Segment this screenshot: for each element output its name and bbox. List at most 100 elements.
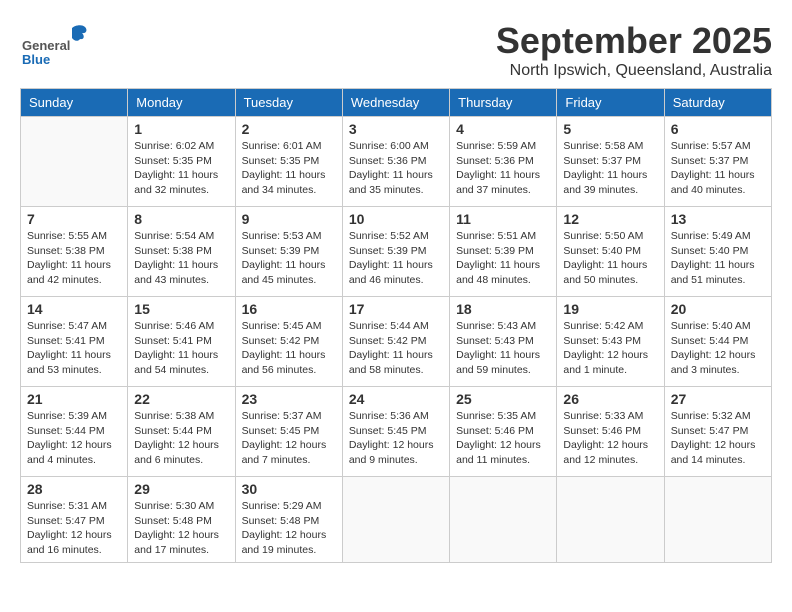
month-title: September 2025 [496, 20, 772, 62]
column-header-wednesday: Wednesday [342, 89, 449, 117]
calendar-cell: 11Sunrise: 5:51 AMSunset: 5:39 PMDayligh… [450, 207, 557, 297]
page-header: General Blue September 2025 North Ipswic… [20, 20, 772, 80]
calendar-cell: 12Sunrise: 5:50 AMSunset: 5:40 PMDayligh… [557, 207, 664, 297]
calendar-cell: 10 Sunrise: 5:52 AMSunset: 5:39 PMDayligh… [342, 207, 449, 297]
calendar-cell: 30Sunrise: 5:29 AMSunset: 5:48 PMDayligh… [235, 477, 342, 563]
day-number: 8 [134, 211, 228, 227]
day-info: Sunrise: 5:49 AMSunset: 5:40 PMDaylight:… [671, 229, 765, 288]
day-info: Sunrise: 5:53 AMSunset: 5:39 PMDaylight:… [242, 229, 336, 288]
calendar-cell: 5 Sunrise: 5:58 AMSunset: 5:37 PMDaylight… [557, 117, 664, 207]
day-number: 25 [456, 391, 550, 407]
calendar-cell: 7Sunrise: 5:55 AMSunset: 5:38 PMDaylight… [21, 207, 128, 297]
day-number: 4 [456, 121, 550, 137]
calendar-week-row: 1 Sunrise: 6:02 AMSunset: 5:35 PMDaylight… [21, 117, 772, 207]
day-number: 1 [134, 121, 228, 137]
day-number: 2 [242, 121, 336, 137]
calendar-cell [664, 477, 771, 563]
calendar-cell: 24 Sunrise: 5:36 AMSunset: 5:45 PMDayligh… [342, 387, 449, 477]
calendar-cell [342, 477, 449, 563]
day-number: 11 [456, 211, 550, 227]
day-info: Sunrise: 5:43 AMSunset: 5:43 PMDaylight:… [456, 319, 550, 378]
column-header-friday: Friday [557, 89, 664, 117]
logo: General Blue [20, 20, 110, 70]
title-block: September 2025 North Ipswich, Queensland… [496, 20, 772, 80]
calendar-cell: 3 Sunrise: 6:00 AMSunset: 5:36 PMDaylight… [342, 117, 449, 207]
calendar-week-row: 28Sunrise: 5:31 AMSunset: 5:47 PMDayligh… [21, 477, 772, 563]
location-subtitle: North Ipswich, Queensland, Australia [496, 62, 772, 80]
day-number: 23 [242, 391, 336, 407]
day-number: 24 [349, 391, 443, 407]
calendar-table: SundayMondayTuesdayWednesdayThursdayFrid… [20, 88, 772, 563]
day-number: 13 [671, 211, 765, 227]
calendar-cell: 15 Sunrise: 5:46 AMSunset: 5:41 PMDayligh… [128, 297, 235, 387]
day-info: Sunrise: 5:30 AMSunset: 5:48 PMDaylight:… [134, 499, 228, 558]
day-info: Sunrise: 6:01 AMSunset: 5:35 PMDaylight:… [242, 139, 336, 198]
day-info: Sunrise: 5:58 AMSunset: 5:37 PMDaylight:… [563, 139, 657, 198]
calendar-cell: 14 Sunrise: 5:47 AMSunset: 5:41 PMDayligh… [21, 297, 128, 387]
day-number: 18 [456, 301, 550, 317]
day-number: 6 [671, 121, 765, 137]
day-info: Sunrise: 5:31 AMSunset: 5:47 PMDaylight:… [27, 499, 121, 558]
day-info: Sunrise: 6:00 AMSunset: 5:36 PMDaylight:… [349, 139, 443, 198]
calendar-week-row: 21 Sunrise: 5:39 AMSunset: 5:44 PMDayligh… [21, 387, 772, 477]
calendar-cell: 4 Sunrise: 5:59 AMSunset: 5:36 PMDaylight… [450, 117, 557, 207]
day-number: 14 [27, 301, 121, 317]
day-number: 3 [349, 121, 443, 137]
logo-svg: General Blue [20, 20, 110, 70]
day-info: Sunrise: 5:54 AMSunset: 5:38 PMDaylight:… [134, 229, 228, 288]
calendar-week-row: 14 Sunrise: 5:47 AMSunset: 5:41 PMDayligh… [21, 297, 772, 387]
day-info: Sunrise: 5:37 AMSunset: 5:45 PMDaylight:… [242, 409, 336, 468]
day-info: Sunrise: 5:44 AMSunset: 5:42 PMDaylight:… [349, 319, 443, 378]
day-info: Sunrise: 5:36 AMSunset: 5:45 PMDaylight:… [349, 409, 443, 468]
day-info: Sunrise: 5:46 AMSunset: 5:41 PMDaylight:… [134, 319, 228, 378]
day-info: Sunrise: 5:39 AMSunset: 5:44 PMDaylight:… [27, 409, 121, 468]
calendar-cell: 17 Sunrise: 5:44 AMSunset: 5:42 PMDayligh… [342, 297, 449, 387]
calendar-cell: 20Sunrise: 5:40 AMSunset: 5:44 PMDayligh… [664, 297, 771, 387]
day-number: 19 [563, 301, 657, 317]
day-number: 20 [671, 301, 765, 317]
day-number: 21 [27, 391, 121, 407]
calendar-cell: 25 Sunrise: 5:35 AMSunset: 5:46 PMDayligh… [450, 387, 557, 477]
calendar-cell: 27 Sunrise: 5:32 AMSunset: 5:47 PMDayligh… [664, 387, 771, 477]
day-number: 9 [242, 211, 336, 227]
calendar-cell: 21 Sunrise: 5:39 AMSunset: 5:44 PMDayligh… [21, 387, 128, 477]
day-info: Sunrise: 5:42 AMSunset: 5:43 PMDaylight:… [563, 319, 657, 378]
calendar-cell: 23 Sunrise: 5:37 AMSunset: 5:45 PMDayligh… [235, 387, 342, 477]
calendar-cell: 8 Sunrise: 5:54 AMSunset: 5:38 PMDaylight… [128, 207, 235, 297]
day-info: Sunrise: 5:59 AMSunset: 5:36 PMDaylight:… [456, 139, 550, 198]
calendar-cell: 29 Sunrise: 5:30 AMSunset: 5:48 PMDayligh… [128, 477, 235, 563]
calendar-cell: 22 Sunrise: 5:38 AMSunset: 5:44 PMDayligh… [128, 387, 235, 477]
day-info: Sunrise: 5:32 AMSunset: 5:47 PMDaylight:… [671, 409, 765, 468]
day-info: Sunrise: 5:33 AMSunset: 5:46 PMDaylight:… [563, 409, 657, 468]
svg-text:General: General [22, 38, 70, 53]
column-header-sunday: Sunday [21, 89, 128, 117]
day-number: 17 [349, 301, 443, 317]
calendar-header-row: SundayMondayTuesdayWednesdayThursdayFrid… [21, 89, 772, 117]
calendar-cell [557, 477, 664, 563]
calendar-cell: 18 Sunrise: 5:43 AMSunset: 5:43 PMDayligh… [450, 297, 557, 387]
calendar-week-row: 7Sunrise: 5:55 AMSunset: 5:38 PMDaylight… [21, 207, 772, 297]
calendar-cell: 9 Sunrise: 5:53 AMSunset: 5:39 PMDaylight… [235, 207, 342, 297]
calendar-cell: 1 Sunrise: 6:02 AMSunset: 5:35 PMDaylight… [128, 117, 235, 207]
day-number: 12 [563, 211, 657, 227]
column-header-thursday: Thursday [450, 89, 557, 117]
calendar-cell: 13 Sunrise: 5:49 AMSunset: 5:40 PMDayligh… [664, 207, 771, 297]
day-info: Sunrise: 6:02 AMSunset: 5:35 PMDaylight:… [134, 139, 228, 198]
day-info: Sunrise: 5:52 AMSunset: 5:39 PMDaylight:… [349, 229, 443, 288]
day-info: Sunrise: 5:47 AMSunset: 5:41 PMDaylight:… [27, 319, 121, 378]
day-number: 27 [671, 391, 765, 407]
calendar-cell: 16Sunrise: 5:45 AMSunset: 5:42 PMDayligh… [235, 297, 342, 387]
day-number: 26 [563, 391, 657, 407]
day-number: 7 [27, 211, 121, 227]
day-number: 5 [563, 121, 657, 137]
calendar-cell [450, 477, 557, 563]
day-info: Sunrise: 5:35 AMSunset: 5:46 PMDaylight:… [456, 409, 550, 468]
day-number: 22 [134, 391, 228, 407]
day-info: Sunrise: 5:38 AMSunset: 5:44 PMDaylight:… [134, 409, 228, 468]
column-header-monday: Monday [128, 89, 235, 117]
day-number: 29 [134, 481, 228, 497]
day-number: 15 [134, 301, 228, 317]
calendar-cell [21, 117, 128, 207]
day-number: 10 [349, 211, 443, 227]
calendar-cell: 26 Sunrise: 5:33 AMSunset: 5:46 PMDayligh… [557, 387, 664, 477]
